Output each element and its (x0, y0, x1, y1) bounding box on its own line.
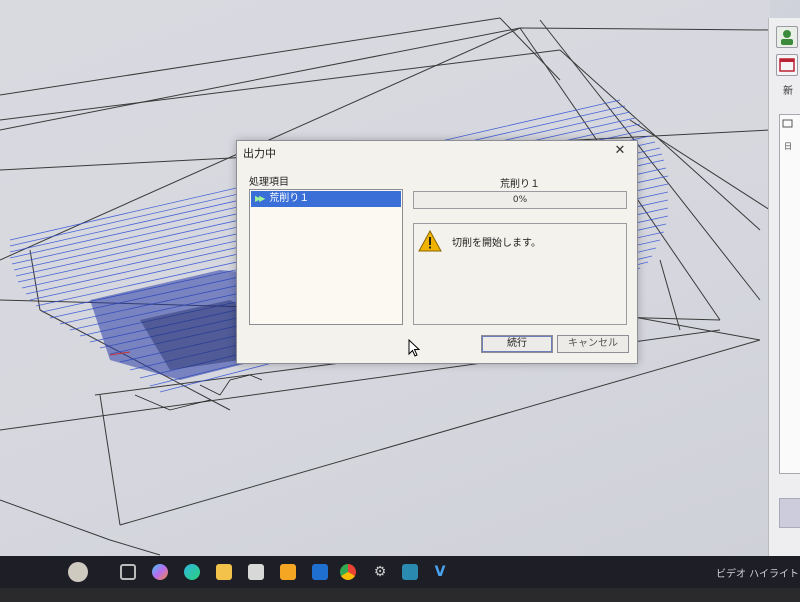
close-icon[interactable]: ✕ (611, 143, 629, 159)
play-arrow-icon: ▶▶ (255, 194, 265, 203)
mouse-cursor-icon (408, 338, 421, 361)
monitor-bezel (0, 588, 800, 602)
message-area: 切削を開始します。 (413, 223, 627, 325)
progress-text: 0% (512, 195, 528, 205)
side-panel-label: 新 (783, 86, 793, 97)
process-items-list[interactable]: ▶▶ 荒削り１ (249, 189, 403, 325)
tree-root[interactable]: 日 (784, 141, 792, 152)
outlook-icon[interactable] (312, 564, 328, 580)
taskbar: ⚙ V ビデオ ハイライト (0, 556, 800, 588)
list-item-label: 荒削り１ (269, 193, 310, 204)
edge-icon[interactable] (184, 564, 200, 580)
file-explorer-icon[interactable] (216, 564, 232, 580)
person-icon[interactable] (776, 26, 798, 48)
small-window-icon[interactable] (782, 119, 794, 131)
continue-button[interactable]: 続行 (481, 335, 553, 353)
dialog-title: 出力中 (243, 147, 276, 160)
settings-icon[interactable]: ⚙ (372, 564, 388, 580)
output-progress-dialog: 出力中 ✕ 処理項目 ▶▶ 荒削り１ 荒削り１ 0% 切削を開始します。 続行 … (236, 140, 638, 364)
cam-app-icon[interactable] (402, 564, 418, 580)
bottom-tool-icon[interactable] (779, 498, 800, 528)
chrome-icon[interactable] (340, 564, 356, 580)
owl-widget-icon[interactable] (68, 562, 88, 582)
copilot-icon[interactable] (152, 564, 168, 580)
calendar-icon[interactable] (248, 564, 264, 580)
taskbar-news-text[interactable]: ビデオ ハイライト (716, 565, 799, 580)
window-icon[interactable] (776, 54, 798, 76)
task-view-icon[interactable] (120, 564, 136, 580)
status-message: 切削を開始します。 (452, 238, 541, 249)
warning-icon (418, 229, 442, 252)
progress-bar: 0% (413, 191, 627, 209)
current-item-name: 荒削り１ (500, 179, 540, 190)
side-panel: 新 日 (768, 18, 800, 560)
process-items-label: 処理項目 (249, 177, 289, 188)
v-app-icon[interactable]: V (432, 564, 448, 580)
cancel-button[interactable]: キャンセル (557, 335, 629, 353)
media-icon[interactable] (280, 564, 296, 580)
list-item[interactable]: ▶▶ 荒削り１ (251, 191, 401, 207)
side-tree[interactable]: 日 (779, 114, 800, 474)
screen: 新 日 出力中 ✕ 処理項目 ▶▶ 荒削り１ 荒削り１ 0% 切削を開始します。… (0, 0, 800, 560)
